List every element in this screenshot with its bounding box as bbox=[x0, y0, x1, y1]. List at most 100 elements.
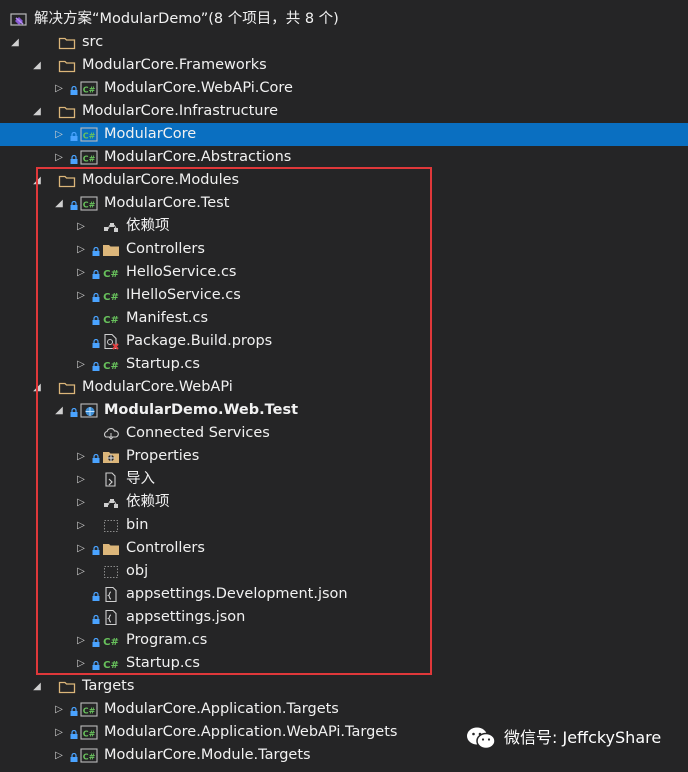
tree-item[interactable]: ◢ ModularCore.Modules bbox=[0, 169, 688, 192]
tree-item[interactable]: ◢ ModularCore.Frameworks bbox=[0, 54, 688, 77]
tree-item[interactable]: appsettings.Development.json bbox=[0, 583, 688, 606]
csharp-project-icon: C# bbox=[80, 80, 98, 97]
tree-item-label: Connected Services bbox=[126, 425, 270, 441]
collapsed-arrow-icon[interactable]: ▷ bbox=[74, 514, 88, 537]
tree-item-label: ModularCore.Infrastructure bbox=[82, 103, 279, 119]
tree-item[interactable]: ▷ 依赖项 bbox=[0, 215, 688, 238]
watermark-text: 微信号: JeffckyShare bbox=[504, 728, 662, 747]
csharp-project-icon: C# bbox=[80, 724, 98, 741]
tree-item[interactable]: 解决方案“ModularDemo”(8 个项目，共 8 个) bbox=[0, 8, 688, 31]
tree-item[interactable]: ◢ Targets bbox=[0, 675, 688, 698]
tree-item-label: src bbox=[82, 34, 104, 50]
tree-item[interactable]: C# Manifest.cs bbox=[0, 307, 688, 330]
collapsed-arrow-icon[interactable]: ▷ bbox=[52, 77, 66, 100]
json-file-icon bbox=[102, 586, 120, 603]
collapsed-arrow-icon[interactable]: ▷ bbox=[74, 560, 88, 583]
tree-item[interactable]: ▷ C# Program.cs bbox=[0, 629, 688, 652]
dependencies-icon bbox=[102, 494, 120, 511]
tree-item[interactable]: ▷ C# ModularCore.WebAPi.Core bbox=[0, 77, 688, 100]
tree-item[interactable]: ▷ C# ModularCore.Application.Targets bbox=[0, 698, 688, 721]
csharp-project-icon: C# bbox=[80, 149, 98, 166]
collapsed-arrow-icon[interactable]: ▷ bbox=[74, 353, 88, 376]
collapsed-arrow-icon[interactable]: ▷ bbox=[52, 698, 66, 721]
tree-item[interactable]: appsettings.json bbox=[0, 606, 688, 629]
tree-item-label: ModularCore.Module.Targets bbox=[104, 747, 311, 763]
lock-icon bbox=[92, 284, 100, 307]
tree-item-label: ModularCore.Modules bbox=[82, 172, 240, 188]
svg-text:C#: C# bbox=[83, 707, 96, 716]
collapsed-arrow-icon[interactable]: ▷ bbox=[74, 537, 88, 560]
collapsed-arrow-icon[interactable]: ▷ bbox=[74, 215, 88, 238]
tree-item[interactable]: ▷ Controllers bbox=[0, 238, 688, 261]
collapsed-arrow-icon[interactable]: ▷ bbox=[74, 261, 88, 284]
lock-icon bbox=[92, 330, 100, 353]
tree-item[interactable]: ▷ C# ModularCore bbox=[0, 123, 688, 146]
tree-item[interactable]: ▷ C# IHelloService.cs bbox=[0, 284, 688, 307]
tree-item[interactable]: ▷ 依赖项 bbox=[0, 491, 688, 514]
collapsed-arrow-icon[interactable]: ▷ bbox=[74, 445, 88, 468]
tree-item-label: Controllers bbox=[126, 540, 205, 556]
collapsed-arrow-icon[interactable]: ▷ bbox=[74, 629, 88, 652]
tree-item-label: ModularCore.Frameworks bbox=[82, 57, 267, 73]
tree-item[interactable]: ▷ obj bbox=[0, 560, 688, 583]
tree-item[interactable]: ▷ Properties bbox=[0, 445, 688, 468]
tree-item-label: ModularCore.WebAPi.Core bbox=[104, 80, 293, 96]
lock-icon bbox=[92, 353, 100, 376]
tree-item-label: ModularCore.Test bbox=[104, 195, 230, 211]
tree-item-label: Package.Build.props bbox=[126, 333, 273, 349]
tree-item-label: Startup.cs bbox=[126, 356, 200, 372]
expanded-arrow-icon[interactable]: ◢ bbox=[30, 54, 44, 77]
collapsed-arrow-icon[interactable]: ▷ bbox=[74, 284, 88, 307]
expanded-arrow-icon[interactable]: ◢ bbox=[30, 169, 44, 192]
tree-item-label: ModularCore.WebAPi bbox=[82, 379, 233, 395]
connected-services-icon bbox=[102, 425, 120, 442]
tree-item[interactable]: ▷ C# HelloService.cs bbox=[0, 261, 688, 284]
tree-item[interactable]: ◢ C# ModularCore.Test bbox=[0, 192, 688, 215]
expanded-arrow-icon[interactable]: ◢ bbox=[30, 376, 44, 399]
collapsed-arrow-icon[interactable]: ▷ bbox=[52, 123, 66, 146]
tree-item[interactable]: ◢ ModularCore.Infrastructure bbox=[0, 100, 688, 123]
csharp-file-icon: C# bbox=[102, 287, 120, 304]
expanded-arrow-icon[interactable]: ◢ bbox=[52, 192, 66, 215]
csharp-project-icon: C# bbox=[80, 701, 98, 718]
collapsed-arrow-icon[interactable]: ▷ bbox=[74, 652, 88, 675]
lock-icon bbox=[70, 192, 78, 215]
svg-text:C#: C# bbox=[103, 361, 119, 372]
tree-item-label: 导入 bbox=[126, 471, 155, 487]
collapsed-arrow-icon[interactable]: ▷ bbox=[74, 468, 88, 491]
properties-folder-icon bbox=[102, 448, 120, 465]
tree-item[interactable]: Connected Services bbox=[0, 422, 688, 445]
tree-item[interactable]: ▷ C# ModularCore.Abstractions bbox=[0, 146, 688, 169]
svg-text:C#: C# bbox=[103, 292, 119, 303]
svg-text:C#: C# bbox=[103, 315, 119, 326]
collapsed-arrow-icon[interactable]: ▷ bbox=[52, 744, 66, 767]
tree-item[interactable]: ▷ bin bbox=[0, 514, 688, 537]
lock-icon bbox=[70, 721, 78, 744]
tree-item[interactable]: ◢ ModularCore.WebAPi bbox=[0, 376, 688, 399]
expanded-arrow-icon[interactable]: ◢ bbox=[30, 675, 44, 698]
expanded-arrow-icon[interactable]: ◢ bbox=[8, 31, 22, 54]
collapsed-arrow-icon[interactable]: ▷ bbox=[74, 238, 88, 261]
tree-item-label: obj bbox=[126, 563, 149, 579]
collapsed-arrow-icon[interactable]: ▷ bbox=[74, 491, 88, 514]
tree-item[interactable]: ◢ src bbox=[0, 31, 688, 54]
tree-item[interactable]: ▷ C# Startup.cs bbox=[0, 652, 688, 675]
folder-outline-icon bbox=[58, 57, 76, 74]
expanded-arrow-icon[interactable]: ◢ bbox=[52, 399, 66, 422]
tree-item[interactable]: Package.Build.props bbox=[0, 330, 688, 353]
dependencies-icon bbox=[102, 218, 120, 235]
tree-item[interactable]: ▷ C# Startup.cs bbox=[0, 353, 688, 376]
tree-item-label: 依赖项 bbox=[126, 494, 170, 510]
tree-item[interactable]: ▷ Controllers bbox=[0, 537, 688, 560]
csharp-project-icon: C# bbox=[80, 195, 98, 212]
tree-item[interactable]: ◢ ModularDemo.Web.Test bbox=[0, 399, 688, 422]
csharp-project-icon: C# bbox=[80, 747, 98, 764]
tree-item-label: ModularCore.Abstractions bbox=[104, 149, 292, 165]
folder-outline-icon bbox=[58, 678, 76, 695]
lock-icon bbox=[92, 445, 100, 468]
expanded-arrow-icon[interactable]: ◢ bbox=[30, 100, 44, 123]
collapsed-arrow-icon[interactable]: ▷ bbox=[52, 146, 66, 169]
tree-item[interactable]: ▷ 导入 bbox=[0, 468, 688, 491]
lock-icon bbox=[70, 698, 78, 721]
collapsed-arrow-icon[interactable]: ▷ bbox=[52, 721, 66, 744]
